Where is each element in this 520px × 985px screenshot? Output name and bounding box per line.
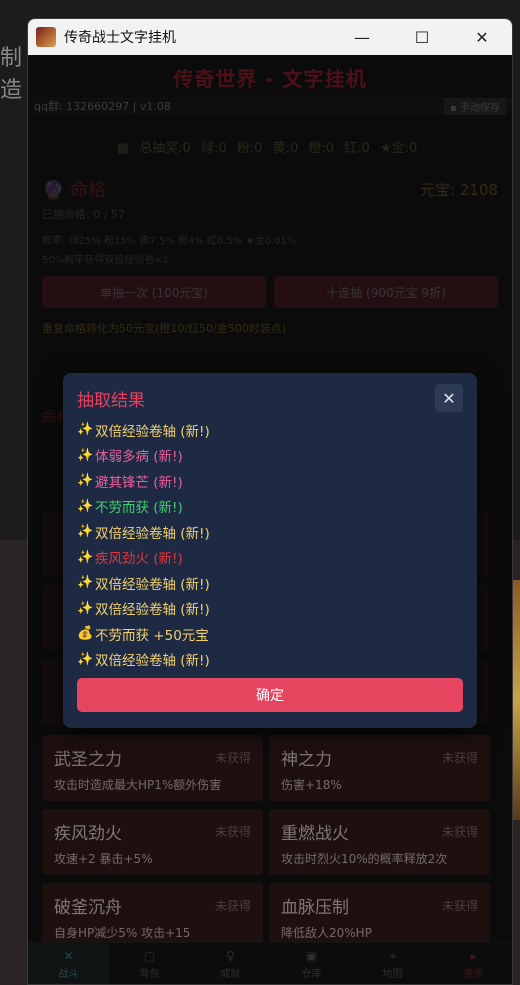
result-text: 双倍经验卷轴 (新!) [95, 423, 210, 440]
result-text: 双倍经验卷轴 (新!) [95, 576, 210, 593]
title-bar: 传奇战士文字挂机 — ☐ ✕ [28, 19, 512, 55]
sparkles-icon: ✨ [77, 447, 94, 463]
result-text: 双倍经验卷轴 (新!) [95, 525, 210, 542]
sparkles-icon: ✨ [77, 575, 94, 591]
close-icon: ✕ [442, 388, 456, 408]
minimize-button[interactable]: — [332, 19, 392, 55]
result-text: 双倍经验卷轴 (新!) [95, 653, 210, 670]
desktop-side-text: 制造 [0, 46, 23, 103]
app-icon [36, 27, 56, 47]
result-item: ✨ 双倍经验卷轴 (新!) [77, 647, 463, 673]
result-text: 双倍经验卷轴 (新!) [95, 602, 210, 619]
app-window: 传奇战士文字挂机 — ☐ ✕ 传奇世界 - 文字挂机 qq群: 13266029… [27, 18, 513, 985]
confirm-button[interactable]: 确定 [77, 678, 463, 712]
result-item: 💰 不劳而获 +50元宝 [77, 621, 463, 647]
close-icon: ✕ [475, 27, 489, 47]
result-item: ✨ 双倍经验卷轴 (新!) [77, 519, 463, 545]
maximize-button[interactable]: ☐ [392, 19, 452, 55]
sparkles-icon: ✨ [77, 473, 94, 489]
result-text: 疾风劲火 (新!) [95, 551, 183, 568]
sparkles-icon: ✨ [77, 422, 94, 438]
draw-result-modal: 抽取结果 ✕ ✨ 双倍经验卷轴 (新!) ✨ 体弱多病 (新!) ✨ 避其锋芒 (新!) ✨… [63, 373, 477, 728]
money-bag-icon: 💰 [77, 626, 94, 642]
result-item: ✨ 不劳而获 (新!) [77, 494, 463, 520]
modal-title: 抽取结果 [77, 390, 145, 411]
result-text: 体弱多病 (新!) [95, 449, 183, 466]
sparkles-icon: ✨ [77, 524, 94, 540]
minimize-icon: — [354, 27, 370, 47]
modal-backdrop[interactable]: 抽取结果 ✕ ✨ 双倍经验卷轴 (新!) ✨ 体弱多病 (新!) ✨ 避其锋芒 (新!) ✨… [28, 55, 512, 984]
result-text: 不劳而获 (新!) [95, 500, 183, 517]
maximize-icon: ☐ [414, 27, 430, 47]
window-title: 传奇战士文字挂机 [64, 30, 176, 46]
result-item: ✨ 双倍经验卷轴 (新!) [77, 570, 463, 596]
modal-close-button[interactable]: ✕ [435, 384, 463, 412]
result-list: ✨ 双倍经验卷轴 (新!) ✨ 体弱多病 (新!) ✨ 避其锋芒 (新!) ✨ 不劳而获 (新… [63, 411, 477, 672]
sparkles-icon: ✨ [77, 600, 94, 616]
result-text: 避其锋芒 (新!) [95, 474, 183, 491]
sparkles-icon: ✨ [77, 549, 94, 565]
sparkles-icon: ✨ [77, 651, 94, 667]
desktop-artwork [512, 580, 520, 820]
result-item: ✨ 疾风劲火 (新!) [77, 545, 463, 571]
result-item: ✨ 避其锋芒 (新!) [77, 468, 463, 494]
sparkles-icon: ✨ [77, 498, 94, 514]
result-item: ✨ 体弱多病 (新!) [77, 443, 463, 469]
result-item: ✨ 双倍经验卷轴 (新!) [77, 417, 463, 443]
result-item: ✨ 双倍经验卷轴 (新!) [77, 596, 463, 622]
close-window-button[interactable]: ✕ [452, 19, 512, 55]
result-text: 不劳而获 +50元宝 [95, 627, 209, 644]
